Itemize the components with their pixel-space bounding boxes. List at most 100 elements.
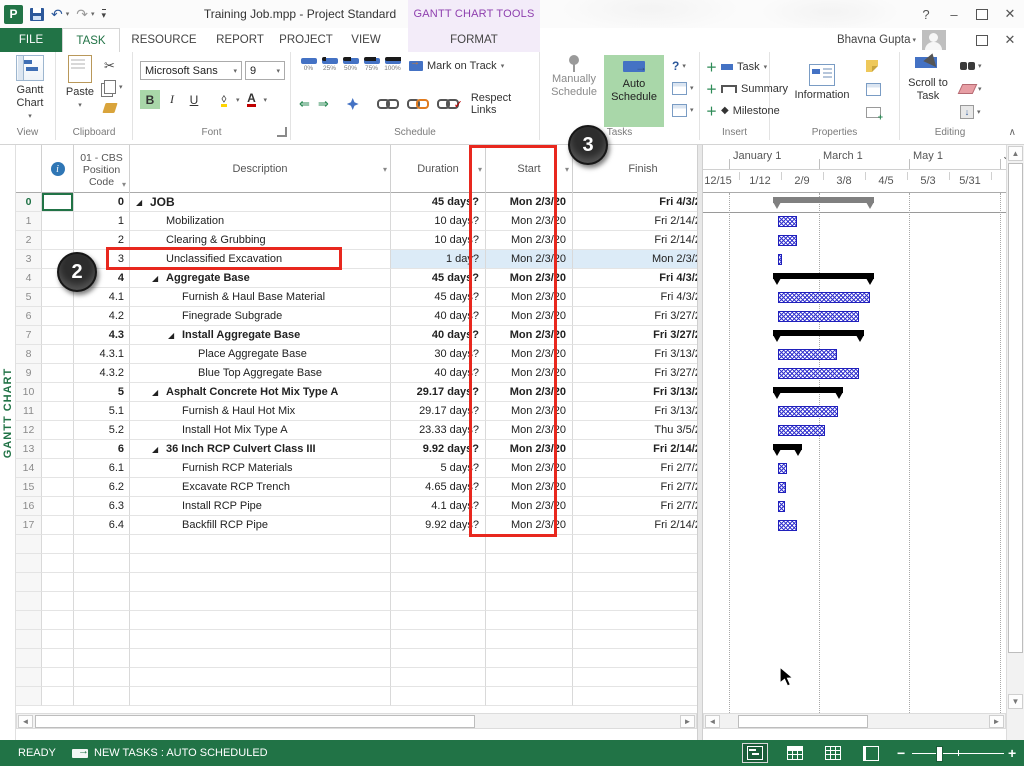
description-cell[interactable]: Furnish RCP Materials: [130, 459, 391, 478]
filter-arrow-icon[interactable]: ▾: [383, 165, 387, 174]
description-cell[interactable]: [130, 592, 391, 611]
info-cell[interactable]: [42, 516, 74, 535]
code-cell[interactable]: [74, 554, 130, 573]
clear-button[interactable]: ▾: [960, 81, 982, 97]
insert-task-button[interactable]: ＋Task▾: [706, 58, 767, 75]
code-cell[interactable]: 4.3.2: [74, 364, 130, 383]
info-cell[interactable]: [42, 326, 74, 345]
new-tasks-mode[interactable]: NEW TASKS : AUTO SCHEDULED: [72, 740, 268, 766]
avatar[interactable]: [922, 30, 946, 50]
project-app-icon[interactable]: P: [4, 5, 23, 24]
code-cell[interactable]: [74, 649, 130, 668]
description-cell[interactable]: [130, 687, 391, 706]
gantt-summary-bar[interactable]: [773, 273, 874, 279]
code-cell[interactable]: 5.2: [74, 421, 130, 440]
gantt-task-bar[interactable]: [778, 425, 825, 436]
table-row[interactable]: 11Mobilization10 days?Mon 2/3/20Fri 2/14…: [16, 212, 697, 231]
description-cell[interactable]: Mobilization: [130, 212, 391, 231]
manually-schedule-button[interactable]: Manually Schedule: [544, 55, 604, 99]
description-cell[interactable]: [130, 630, 391, 649]
row-number-cell[interactable]: 17: [16, 516, 42, 535]
gantt-task-bar[interactable]: [778, 254, 782, 265]
finish-cell[interactable]: Fri 2/7/20: [573, 478, 713, 497]
duration-cell[interactable]: [391, 649, 486, 668]
duration-cell[interactable]: [391, 592, 486, 611]
code-cell[interactable]: [74, 573, 130, 592]
finish-cell[interactable]: [573, 649, 713, 668]
info-cell[interactable]: [42, 307, 74, 326]
finish-cell[interactable]: Fri 4/3/20: [573, 193, 713, 212]
description-cell[interactable]: [130, 554, 391, 573]
finish-cell[interactable]: Fri 3/13/20: [573, 402, 713, 421]
code-cell[interactable]: 6.4: [74, 516, 130, 535]
finish-cell[interactable]: [573, 573, 713, 592]
info-cell[interactable]: [42, 497, 74, 516]
copy-button[interactable]: ▾: [104, 79, 123, 95]
start-cell[interactable]: [486, 535, 573, 554]
row-number-cell[interactable]: [16, 687, 42, 706]
finish-cell[interactable]: Fri 2/14/20: [573, 440, 713, 459]
code-cell[interactable]: [74, 630, 130, 649]
code-cell[interactable]: 5.1: [74, 402, 130, 421]
scroll-right-icon[interactable]: ►: [680, 715, 695, 728]
gantt-task-bar[interactable]: [778, 463, 787, 474]
description-cell[interactable]: [130, 611, 391, 630]
info-cell[interactable]: [42, 459, 74, 478]
team-planner-view-shortcut[interactable]: [820, 743, 846, 763]
table-row[interactable]: 94.3.2Blue Top Aggregate Base40 days?Mon…: [16, 364, 697, 383]
empty-table-row[interactable]: [16, 668, 697, 687]
code-cell[interactable]: [74, 668, 130, 687]
undo-icon[interactable]: ↶: [51, 7, 63, 21]
empty-table-row[interactable]: [16, 573, 697, 592]
start-cell[interactable]: [486, 554, 573, 573]
move-task-button[interactable]: ▾: [672, 80, 694, 96]
row-number-cell[interactable]: [16, 592, 42, 611]
duration-cell[interactable]: [391, 573, 486, 592]
row-number-cell[interactable]: 5: [16, 288, 42, 307]
description-cell[interactable]: ◢Aggregate Base: [130, 269, 391, 288]
gantt-task-bar[interactable]: [778, 520, 797, 531]
gantt-view-shortcut[interactable]: [742, 743, 768, 763]
tab-report[interactable]: REPORT: [208, 28, 272, 52]
description-cell[interactable]: Install RCP Pipe: [130, 497, 391, 516]
description-cell[interactable]: Furnish & Haul Hot Mix: [130, 402, 391, 421]
restore-button[interactable]: [968, 0, 996, 28]
save-icon[interactable]: [30, 8, 44, 21]
indent-icon[interactable]: ⇒: [318, 96, 329, 112]
vertical-scrollbar[interactable]: ▲ ▼: [1006, 145, 1024, 740]
gantt-task-bar[interactable]: [778, 235, 797, 246]
gantt-task-bar[interactable]: [778, 311, 859, 322]
finish-cell[interactable]: [573, 611, 713, 630]
notes-button[interactable]: [866, 58, 878, 74]
underline-button[interactable]: U: [184, 90, 204, 109]
table-row[interactable]: 00◢JOB45 days?Mon 2/3/20Fri 4/3/20: [16, 193, 697, 212]
gantt-task-bar[interactable]: [778, 501, 785, 512]
row-number-cell[interactable]: 3: [16, 250, 42, 269]
description-cell[interactable]: Finegrade Subgrade: [130, 307, 391, 326]
code-cell[interactable]: 0: [74, 193, 130, 212]
finish-cell[interactable]: Fri 3/13/20: [573, 345, 713, 364]
collapse-ribbon-icon[interactable]: ∧: [1009, 127, 1016, 138]
finish-cell[interactable]: [573, 592, 713, 611]
description-cell[interactable]: ◢JOB: [130, 193, 391, 212]
gantt-summary-bar[interactable]: [773, 444, 802, 450]
scroll-left-icon[interactable]: ◄: [18, 715, 33, 728]
code-cell[interactable]: 6.3: [74, 497, 130, 516]
code-column-header[interactable]: 01 - CBS Position Code▾: [74, 145, 130, 193]
zoom-in-button[interactable]: +: [1008, 740, 1016, 766]
duration-cell[interactable]: [391, 611, 486, 630]
row-number-cell[interactable]: [16, 535, 42, 554]
empty-table-row[interactable]: [16, 687, 697, 706]
info-cell[interactable]: [42, 364, 74, 383]
table-row[interactable]: 176.4Backfill RCP Pipe9.92 days?Mon 2/3/…: [16, 516, 697, 535]
table-row[interactable]: 105◢Asphalt Concrete Hot Mix Type A29.17…: [16, 383, 697, 402]
italic-button[interactable]: I: [162, 90, 182, 109]
help-button[interactable]: ?: [912, 0, 940, 28]
redo-icon[interactable]: ↷: [76, 7, 88, 21]
scroll-down-icon[interactable]: ▼: [1008, 694, 1023, 709]
info-cell[interactable]: [42, 630, 74, 649]
row-number-cell[interactable]: 7: [16, 326, 42, 345]
row-number-cell[interactable]: [16, 554, 42, 573]
finish-cell[interactable]: [573, 554, 713, 573]
row-number-cell[interactable]: [16, 649, 42, 668]
